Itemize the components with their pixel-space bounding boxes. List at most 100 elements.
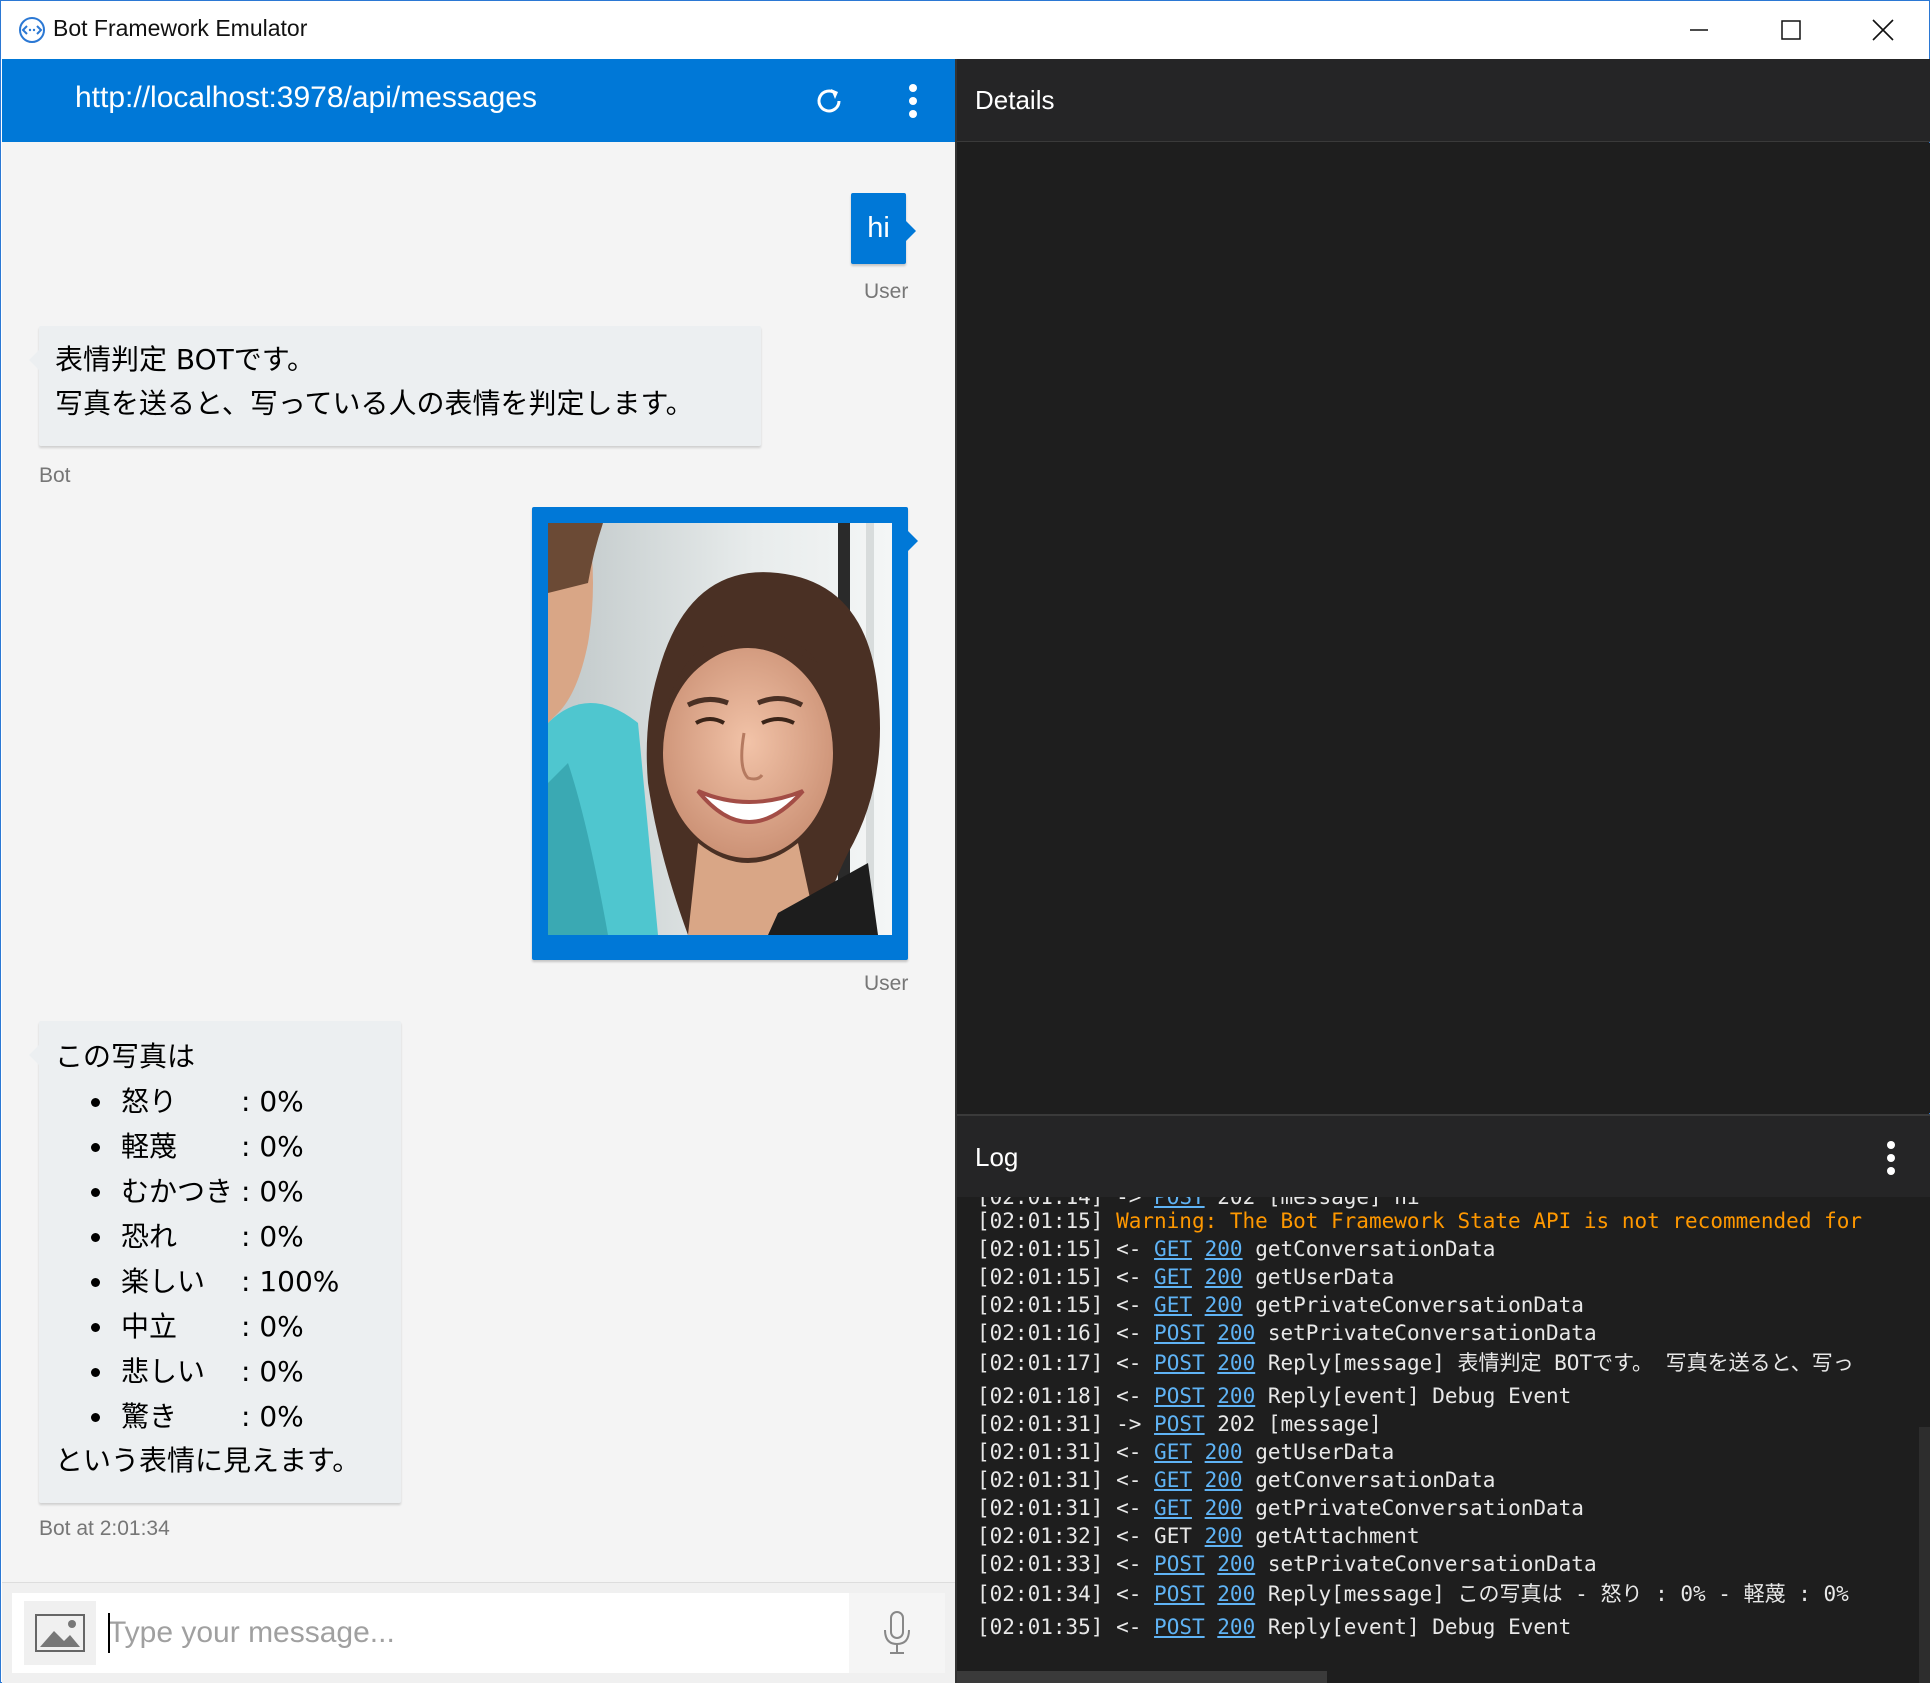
maximize-button[interactable] bbox=[1745, 1, 1837, 59]
image-icon[interactable] bbox=[24, 1601, 96, 1665]
emotion-name: 中立 bbox=[121, 1310, 178, 1343]
log-method[interactable]: POST bbox=[1154, 1615, 1205, 1639]
more-vertical-icon[interactable] bbox=[1871, 1136, 1911, 1180]
log-method[interactable]: GET bbox=[1154, 1468, 1192, 1492]
log-panel: [02:01:35] <- POST 200 Reply[event] Debu… bbox=[957, 1197, 1930, 1683]
log-status[interactable]: 200 bbox=[1217, 1384, 1255, 1408]
emotion-name: 恐れ bbox=[121, 1220, 178, 1253]
log-direction: <- bbox=[1116, 1496, 1142, 1520]
log-status[interactable]: 200 bbox=[1205, 1265, 1243, 1289]
input-box bbox=[12, 1593, 945, 1673]
log-timestamp: [02:01:34] bbox=[977, 1582, 1104, 1606]
log-status[interactable]: 200 bbox=[1217, 1321, 1255, 1345]
log-direction: <- bbox=[1116, 1524, 1142, 1548]
log-text: setPrivateConversationData bbox=[1267, 1552, 1597, 1576]
window-title: Bot Framework Emulator bbox=[53, 15, 308, 41]
log-status[interactable]: 200 bbox=[1205, 1496, 1243, 1520]
log-status[interactable]: 200 bbox=[1217, 1552, 1255, 1576]
log-text: getPrivateConversationData bbox=[1255, 1293, 1584, 1317]
microphone-icon[interactable] bbox=[849, 1593, 945, 1673]
log-status[interactable]: 200 bbox=[1205, 1524, 1243, 1548]
log-direction: <- bbox=[1116, 1293, 1142, 1317]
log-direction: <- bbox=[1116, 1351, 1142, 1375]
log-method[interactable]: GET bbox=[1154, 1293, 1192, 1317]
log-timestamp: [02:01:15] bbox=[977, 1265, 1104, 1289]
refresh-icon[interactable] bbox=[807, 79, 851, 123]
log-direction: <- bbox=[1116, 1321, 1142, 1345]
emotion-value: : 0% bbox=[241, 1220, 304, 1253]
emotion-item: 軽蔑: 0% bbox=[55, 1124, 385, 1169]
address-bar: http://localhost:3978/api/messages bbox=[2, 59, 955, 142]
emotion-item: むかつき: 0% bbox=[55, 1169, 385, 1214]
user-message-bubble[interactable]: hi bbox=[851, 193, 916, 264]
message-line: 写真を送ると、写っている人の表情を判定します。 bbox=[55, 387, 694, 420]
log-entry: [02:01:15] <- GET 200 getConversationDat… bbox=[977, 1235, 1495, 1263]
log-method[interactable]: POST bbox=[1154, 1384, 1205, 1408]
log-status[interactable]: 200 bbox=[1205, 1440, 1243, 1464]
log-status[interactable]: 200 bbox=[1217, 1351, 1255, 1375]
log-text: [message] bbox=[1267, 1412, 1382, 1436]
emotion-item: 恐れ : 0% bbox=[55, 1214, 385, 1259]
details-header: Details bbox=[957, 59, 1930, 142]
emotion-name: 軽蔑 bbox=[121, 1130, 178, 1163]
log-timestamp: [02:01:33] bbox=[977, 1552, 1104, 1576]
log-direction: <- bbox=[1116, 1552, 1142, 1576]
log-method[interactable]: GET bbox=[1154, 1237, 1192, 1261]
more-vertical-icon[interactable] bbox=[891, 79, 935, 123]
emulator-window: Bot Framework Emulator http://localhost:… bbox=[0, 0, 1930, 1683]
endpoint-url[interactable]: http://localhost:3978/api/messages bbox=[75, 81, 537, 115]
log-entry: [02:01:31] <- GET 200 getPrivateConversa… bbox=[977, 1494, 1584, 1522]
bot-result-bubble[interactable]: この写真は 怒り: 0% 軽蔑: 0% むかつき: 0% 恐れ: 0% 楽しい:… bbox=[29, 1021, 401, 1503]
log-method[interactable]: POST bbox=[1154, 1351, 1205, 1375]
log-text: getPrivateConversationData bbox=[1255, 1496, 1584, 1520]
log-status[interactable]: 200 bbox=[1205, 1237, 1243, 1261]
log-method[interactable]: GET bbox=[1154, 1440, 1192, 1464]
log-direction: <- bbox=[1116, 1615, 1142, 1639]
message-text: hi bbox=[867, 212, 890, 244]
message-input[interactable] bbox=[108, 1601, 848, 1665]
emotion-value: : 0% bbox=[241, 1400, 304, 1433]
log-timestamp: [02:01:18] bbox=[977, 1384, 1104, 1408]
bot-message-bubble[interactable]: 表情判定 BOTです。 写真を送ると、写っている人の表情を判定します。 bbox=[29, 326, 761, 446]
log-status[interactable]: 200 bbox=[1205, 1468, 1243, 1492]
log-horizontal-scrollbar[interactable] bbox=[957, 1671, 1327, 1683]
log-method[interactable]: POST bbox=[1154, 1321, 1205, 1345]
log-text: setPrivateConversationData bbox=[1267, 1321, 1597, 1345]
emotion-value: : 0% bbox=[241, 1310, 304, 1343]
emotion-value: : 0% bbox=[241, 1355, 304, 1388]
emotion-value: : 0% bbox=[241, 1175, 304, 1208]
log-direction: -> bbox=[1116, 1197, 1142, 1209]
log-status[interactable]: 200 bbox=[1205, 1293, 1243, 1317]
log-text: Reply[message] 表情判定 BOTです。 写真を送ると、写っ bbox=[1267, 1351, 1854, 1375]
result-intro: この写真は bbox=[55, 1040, 196, 1073]
log-method[interactable]: POST bbox=[1154, 1197, 1205, 1209]
close-button[interactable] bbox=[1837, 1, 1929, 59]
emotion-item: 中立 : 0% bbox=[55, 1304, 385, 1349]
user-image-bubble[interactable] bbox=[532, 507, 918, 960]
log-method[interactable]: POST bbox=[1154, 1552, 1205, 1576]
log-method[interactable]: GET bbox=[1154, 1496, 1192, 1520]
emotion-list: 怒り: 0% 軽蔑: 0% むかつき: 0% 恐れ: 0% 楽しい: 100% … bbox=[55, 1079, 385, 1439]
log-timestamp: [02:01:17] bbox=[977, 1351, 1104, 1375]
emotion-value: : 0% bbox=[241, 1085, 304, 1118]
log-method[interactable]: POST bbox=[1154, 1412, 1205, 1436]
log-method[interactable]: GET bbox=[1154, 1265, 1192, 1289]
minimize-button[interactable] bbox=[1653, 1, 1745, 59]
log-entry: [02:01:35] <- POST 200 Reply[event] Debu… bbox=[977, 1613, 1571, 1641]
log-text: Reply[event] Debug Event bbox=[1267, 1384, 1572, 1408]
log-method[interactable]: POST bbox=[1154, 1582, 1205, 1606]
log-status[interactable]: 200 bbox=[1217, 1615, 1255, 1639]
log-timestamp: [02:01:31] bbox=[977, 1440, 1104, 1464]
log-timestamp: [02:01:15] bbox=[977, 1237, 1104, 1261]
log-entry: [02:01:18] <- POST 200 Reply[event] Debu… bbox=[977, 1382, 1571, 1410]
log-text: getUserData bbox=[1255, 1440, 1395, 1464]
log-entry: [02:01:31] <- GET 200 getConversationDat… bbox=[977, 1466, 1495, 1494]
emotion-item: 楽しい: 100% bbox=[55, 1259, 385, 1304]
log-timestamp: [02:01:31] bbox=[977, 1468, 1104, 1492]
log-warning: Warning: The Bot Framework State API is … bbox=[1116, 1209, 1863, 1233]
log-vertical-scrollbar[interactable] bbox=[1919, 1427, 1930, 1683]
emotion-item: 怒り: 0% bbox=[55, 1079, 385, 1124]
log-status[interactable]: 200 bbox=[1217, 1582, 1255, 1606]
message-list: hi User 表情判定 BOTです。 写真を送ると、写っている人の表情を判定し… bbox=[2, 142, 955, 1582]
sender-label: Bot bbox=[39, 464, 71, 487]
